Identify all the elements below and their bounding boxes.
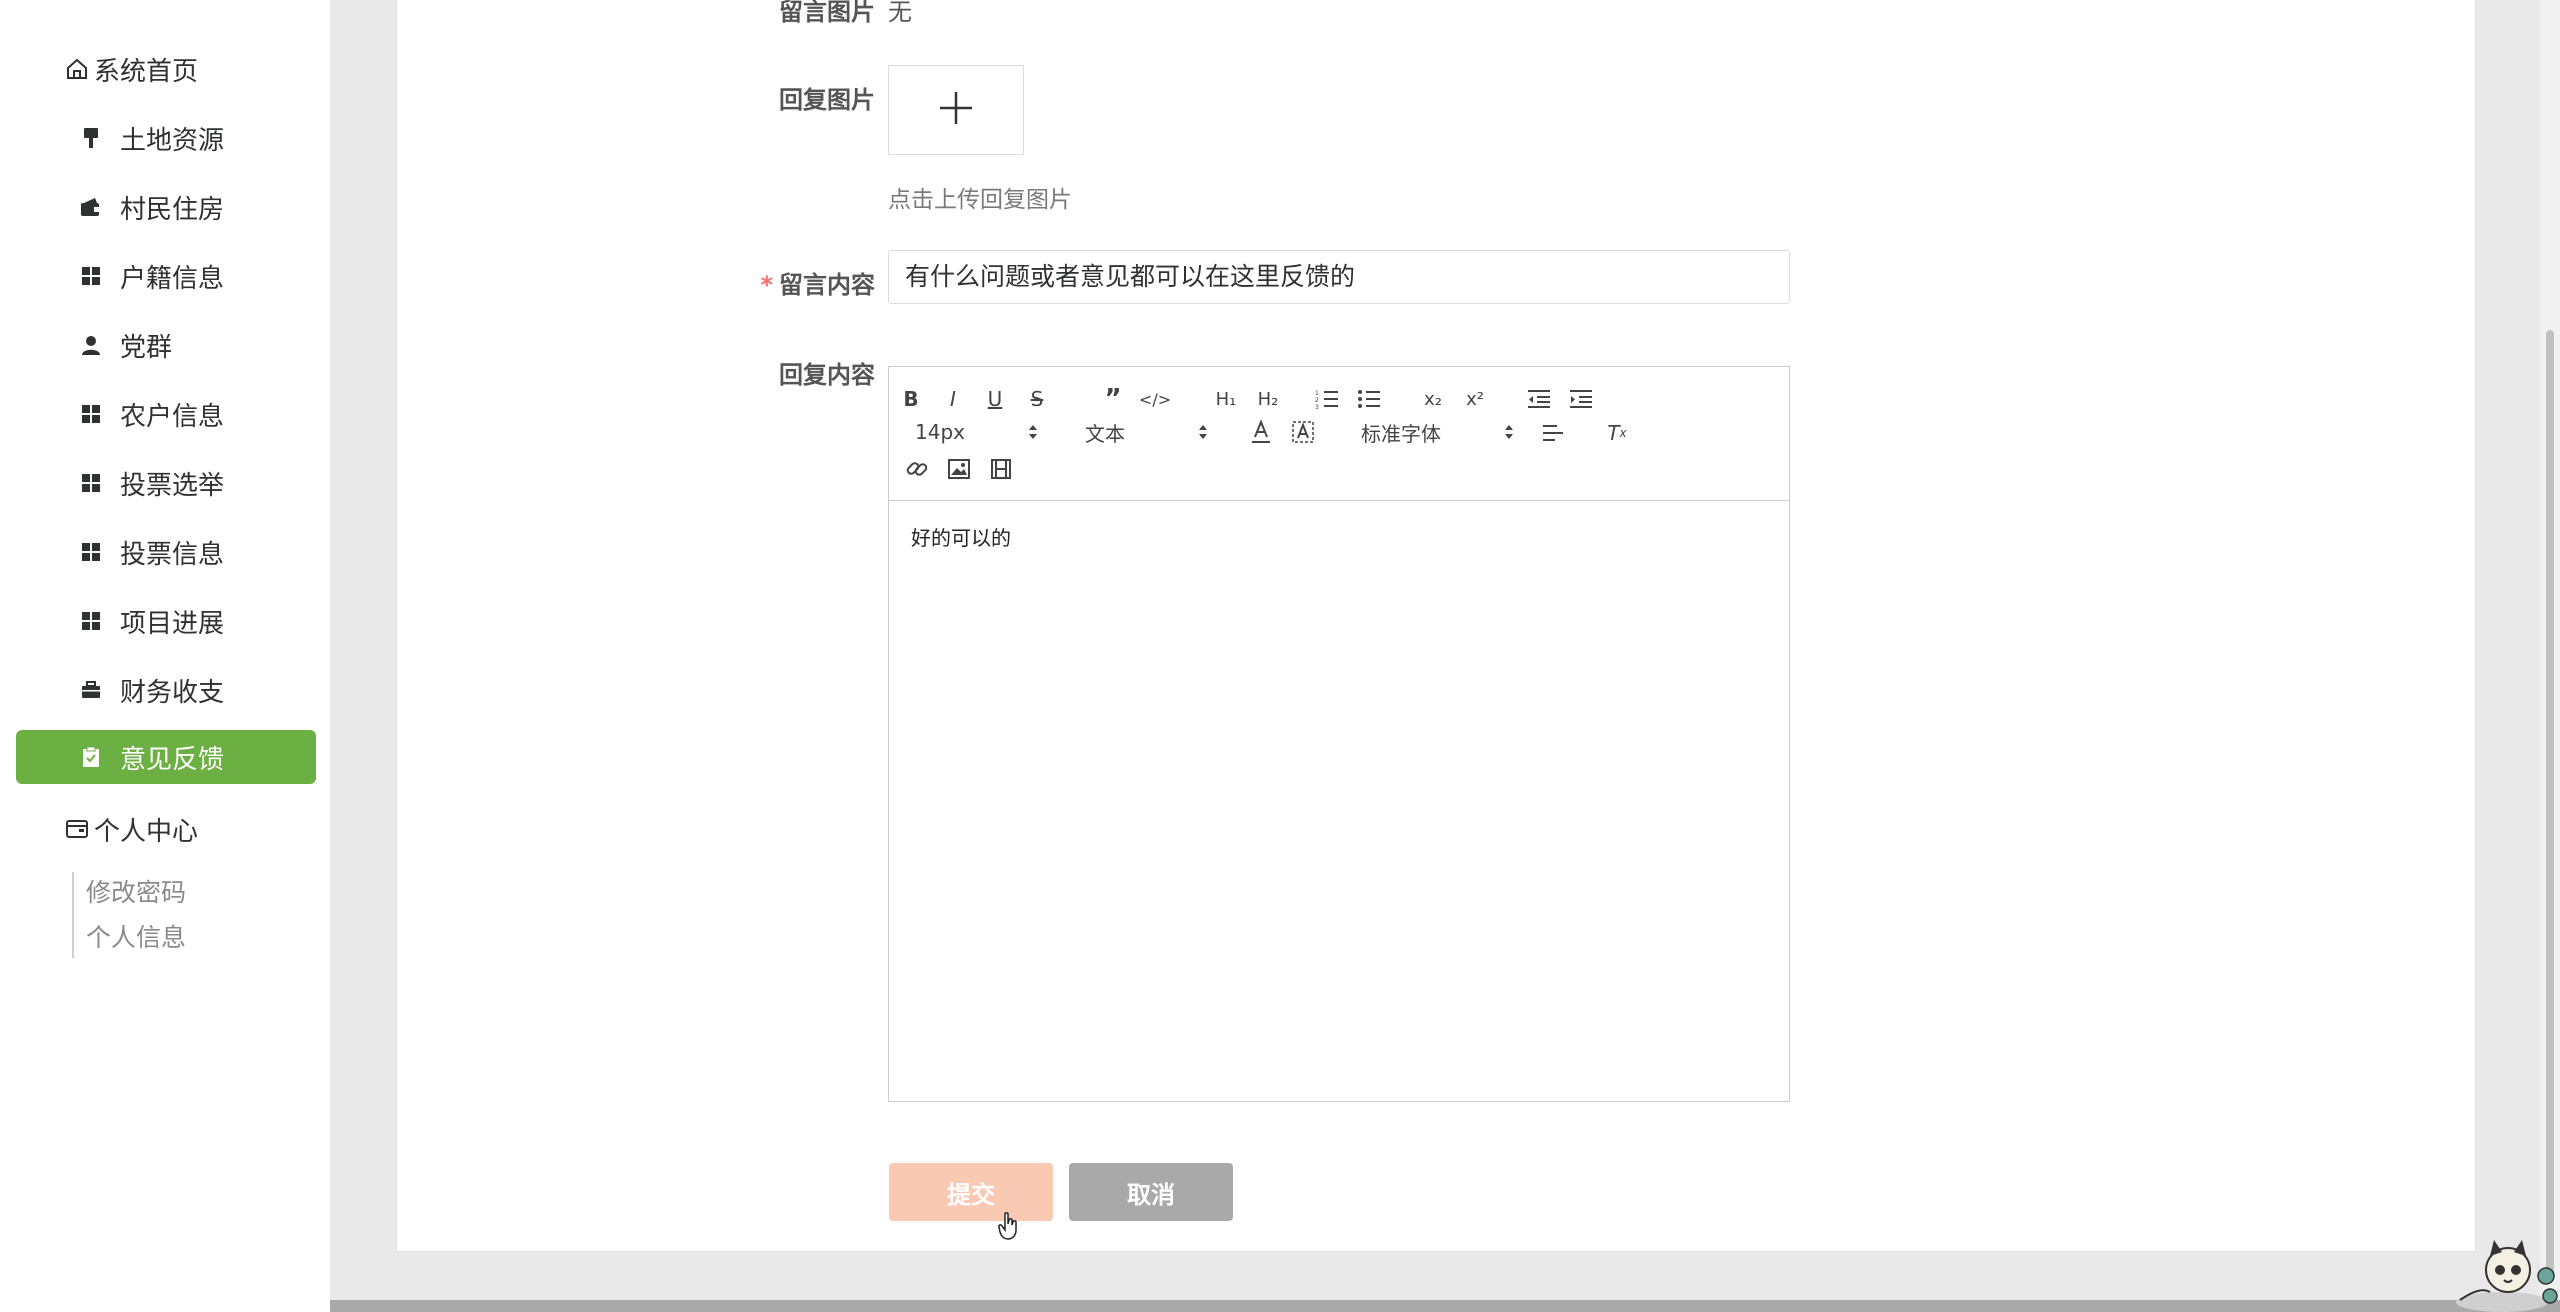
home-icon (64, 56, 90, 82)
code-block-icon[interactable]: </> (1139, 385, 1171, 413)
svg-text:2: 2 (1315, 397, 1319, 404)
rich-text-editor: B I U S ” </> H₁ H₂ 123 x₂ x² 14px 文本 标准… (888, 366, 1790, 1102)
brush-icon (80, 127, 102, 149)
submenu-item-personal-info[interactable]: 个人信息 (86, 918, 186, 954)
menu-item-project[interactable]: 项目进展 (16, 594, 316, 648)
editor-toolbar: B I U S ” </> H₁ H₂ 123 x₂ x² 14px 文本 标准… (889, 367, 1789, 501)
menu-home-label: 系统首页 (94, 56, 199, 87)
clear-format-icon[interactable]: Tx (1603, 419, 1631, 447)
superscript-icon[interactable]: x² (1461, 385, 1489, 413)
msg-content-label-text: 留言内容 (779, 271, 875, 299)
font-color-icon[interactable] (1247, 418, 1275, 446)
msg-content-input[interactable]: 有什么问题或者意见都可以在这里反馈的 (888, 250, 1790, 304)
menu-item-label: 农户信息 (120, 401, 225, 432)
header1-icon[interactable]: H₁ (1209, 385, 1243, 413)
menu-item-land[interactable]: 土地资源 (16, 111, 316, 165)
header-picker[interactable]: 文本 (1085, 417, 1209, 447)
reply-image-label: 回复图片 (779, 86, 875, 114)
grid-icon (80, 541, 102, 563)
scrollbar-thumb[interactable] (2546, 330, 2554, 1280)
menu-item-label: 财务收支 (120, 677, 225, 708)
clipboard-icon (80, 746, 102, 768)
card-icon (64, 816, 90, 842)
outdent-icon[interactable] (1525, 385, 1553, 413)
header-value: 文本 (1085, 421, 1125, 446)
menu-item-feedback[interactable]: 意见反馈 (16, 730, 316, 784)
svg-text:3: 3 (1315, 404, 1319, 409)
grid-icon (80, 403, 102, 425)
menu-item-farmer[interactable]: 农户信息 (16, 387, 316, 441)
font-size-value: 14px (915, 420, 965, 444)
chevron-updown-icon (1503, 420, 1515, 444)
plus-icon (937, 89, 975, 131)
grid-icon (80, 610, 102, 632)
required-mark: * (760, 271, 773, 299)
wallet-icon (80, 196, 102, 218)
strike-icon[interactable]: S (1023, 385, 1051, 413)
link-icon[interactable] (903, 455, 931, 483)
submit-button[interactable]: 提交 (889, 1163, 1053, 1221)
sidebar: 系统首页 土地资源 村民住房 户籍信息 党群 农户信息 投票选举 投票信息 项目… (0, 0, 330, 1312)
menu-home[interactable]: 系统首页 (64, 42, 198, 96)
align-icon[interactable] (1539, 419, 1567, 447)
chevron-updown-icon (1027, 420, 1039, 444)
msg-content-label: * 留言内容 (740, 265, 875, 300)
hand-cursor-icon (998, 1212, 1020, 1240)
menu-item-label: 投票选举 (120, 470, 225, 501)
font-size-picker[interactable]: 14px (915, 417, 1039, 447)
font-family-value: 标准字体 (1361, 421, 1441, 446)
ordered-list-icon[interactable]: 123 (1313, 385, 1341, 413)
horizontal-scrollbar[interactable] (330, 1300, 2560, 1312)
briefcase-icon (80, 679, 102, 701)
menu-item-vote-election[interactable]: 投票选举 (16, 456, 316, 510)
menu-item-party[interactable]: 党群 (16, 318, 316, 372)
svg-text:1: 1 (1315, 390, 1319, 397)
subscript-icon[interactable]: x₂ (1419, 385, 1447, 413)
menu-item-label: 意见反馈 (120, 744, 225, 775)
editor-content[interactable]: 好的可以的 (889, 502, 1789, 1101)
menu-item-label: 户籍信息 (120, 263, 225, 294)
italic-icon[interactable]: I (939, 385, 967, 413)
upload-button[interactable] (888, 65, 1024, 155)
bullet-list-icon[interactable] (1355, 385, 1383, 413)
menu-item-household[interactable]: 户籍信息 (16, 249, 316, 303)
video-icon[interactable] (987, 455, 1015, 483)
font-family-picker[interactable]: 标准字体 (1361, 417, 1515, 447)
header2-icon[interactable]: H₂ (1251, 385, 1285, 413)
menu-item-label: 土地资源 (120, 125, 225, 156)
menu-item-vote-info[interactable]: 投票信息 (16, 525, 316, 579)
image-icon[interactable] (945, 455, 973, 483)
reply-content-label: 回复内容 (779, 361, 875, 389)
submenu-divider (72, 872, 74, 958)
mascot-icon (2450, 1236, 2560, 1312)
bold-icon[interactable]: B (897, 385, 925, 413)
user-icon (80, 334, 102, 356)
menu-personal[interactable]: 个人中心 (64, 802, 198, 856)
upload-hint: 点击上传回复图片 (888, 187, 1072, 213)
menu-item-label: 项目进展 (120, 608, 225, 639)
chevron-updown-icon (1197, 420, 1209, 444)
indent-icon[interactable] (1567, 385, 1595, 413)
submenu-item-change-password[interactable]: 修改密码 (86, 873, 186, 909)
msg-image-label: 留言图片 (779, 0, 875, 26)
menu-item-housing[interactable]: 村民住房 (16, 180, 316, 234)
menu-item-label: 投票信息 (120, 539, 225, 570)
grid-icon (80, 265, 102, 287)
menu-item-label: 村民住房 (120, 194, 225, 225)
cancel-button[interactable]: 取消 (1069, 1163, 1233, 1221)
background-color-icon[interactable] (1289, 418, 1317, 446)
underline-icon[interactable]: U (981, 385, 1009, 413)
menu-item-label: 党群 (120, 332, 173, 363)
grid-icon (80, 472, 102, 494)
blockquote-icon[interactable]: ” (1099, 384, 1127, 414)
menu-personal-label: 个人中心 (94, 816, 199, 847)
msg-image-value: 无 (888, 0, 912, 26)
menu-item-finance[interactable]: 财务收支 (16, 663, 316, 717)
